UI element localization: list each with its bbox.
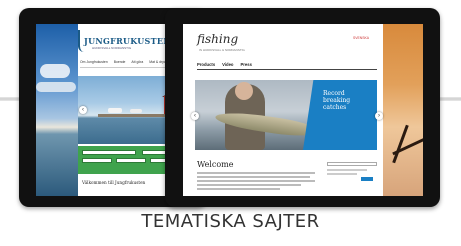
fishing-site: fishing IN HUDIKSVALL & NORDANSTIG SVENS… — [189, 24, 383, 196]
site-nav: Products Video Press — [197, 62, 377, 70]
sidebar-button[interactable] — [361, 177, 373, 181]
fisherman-head — [235, 82, 253, 100]
form-field[interactable] — [82, 158, 112, 163]
form-field[interactable] — [116, 158, 146, 163]
boat — [130, 109, 142, 113]
text-line — [197, 184, 301, 186]
body-text — [197, 172, 315, 192]
cloud-shape — [40, 64, 70, 78]
text-line — [197, 188, 280, 190]
text-line — [327, 169, 367, 171]
nav-item-products[interactable]: Products — [197, 62, 215, 69]
hero-text: Record breaking catches — [323, 90, 351, 111]
form-field[interactable] — [82, 150, 136, 155]
nav-item[interactable]: Om Jungfrukusten — [80, 60, 108, 67]
sidebar-input[interactable] — [327, 162, 377, 166]
nav-item[interactable]: Att göra — [131, 60, 143, 67]
text-line — [197, 180, 315, 182]
branch-silhouette — [392, 124, 409, 164]
carousel-prev-icon[interactable]: ‹ — [79, 106, 87, 114]
nav-item-video[interactable]: Video — [222, 62, 233, 69]
sunset-background — [381, 24, 423, 196]
tablet-front: fishing IN HUDIKSVALL & NORDANSTIG SVENS… — [165, 8, 440, 207]
text-line — [197, 172, 315, 174]
text-line — [197, 176, 311, 178]
nav-item-press[interactable]: Press — [240, 62, 251, 69]
language-link[interactable]: SVENSKA — [353, 36, 369, 40]
carousel-prev-icon[interactable]: ‹ — [191, 112, 199, 120]
sky-background — [36, 24, 78, 196]
welcome-heading: Välkommen till Jungfrukusten — [82, 180, 146, 185]
welcome-heading: Welcome — [197, 160, 234, 169]
sidebar-widget — [327, 162, 377, 181]
site-logo[interactable]: JUNGFRUKUSTEN — [84, 36, 171, 46]
tablet-front-screen: fishing IN HUDIKSVALL & NORDANSTIG SVENS… — [183, 24, 423, 196]
boat — [108, 108, 122, 113]
carousel-next-icon[interactable]: › — [375, 112, 383, 120]
caption: TEMATISKA SAJTER — [141, 211, 320, 232]
site-logo[interactable]: fishing — [197, 32, 238, 46]
site-logo-subtitle: IN HUDIKSVALL & NORDANSTIG — [199, 48, 245, 52]
hero-banner: Record breaking catches — [195, 80, 377, 150]
site-logo-subtitle: HUDIKSVALL NORDANSTIG — [92, 46, 132, 50]
cloud-shape — [36, 82, 76, 92]
nav-item[interactable]: Boende — [114, 60, 126, 67]
text-line — [327, 173, 357, 175]
